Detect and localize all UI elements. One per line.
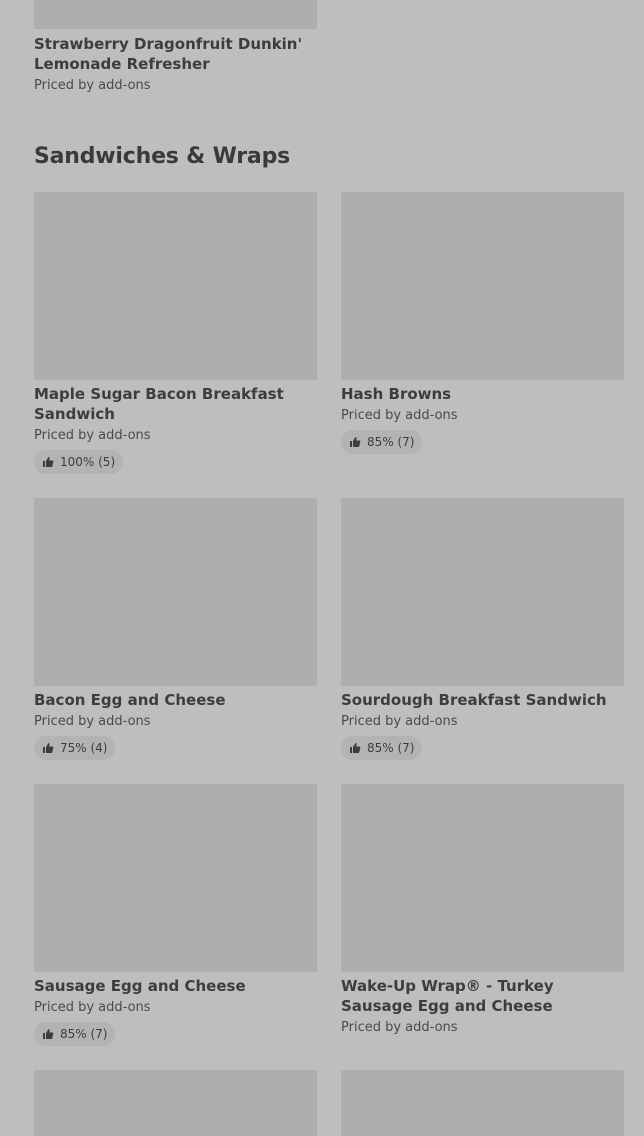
rating-text: 85% (7) [60, 1027, 108, 1041]
item-price: Priced by add-ons [341, 408, 458, 423]
item-name: Sourdough Breakfast Sandwich [341, 691, 607, 709]
item-image[interactable] [34, 498, 317, 686]
item-name: Maple Sugar Bacon Breakfast Sandwich [34, 385, 284, 423]
thumbs-up-icon [43, 1029, 54, 1039]
item-name: Strawberry Dragonfruit Dunkin' Lemonade … [34, 35, 303, 73]
item-image[interactable] [341, 1070, 624, 1136]
menu-page: Strawberry Dragonfruit Dunkin' Lemonade … [0, 0, 644, 1136]
thumbs-up-icon [43, 457, 54, 467]
thumbs-up-icon [350, 437, 361, 447]
rating-text: 85% (7) [367, 741, 415, 755]
item-name: Sausage Egg and Cheese [34, 977, 246, 995]
rating-badge: 85% (7) [341, 736, 423, 760]
item-name: Bacon Egg and Cheese [34, 691, 226, 709]
thumbs-up-icon [350, 743, 361, 753]
item-image[interactable] [341, 192, 624, 380]
thumbs-up-icon [43, 743, 54, 753]
rating-text: 100% (5) [60, 455, 116, 469]
item-price: Priced by add-ons [34, 78, 151, 93]
item-price: Priced by add-ons [34, 428, 151, 443]
section-title: Sandwiches & Wraps [34, 144, 291, 169]
item-name: Wake-Up Wrap® - Turkey Sausage Egg and C… [341, 977, 554, 1015]
item-image[interactable] [34, 784, 317, 972]
rating-badge: 100% (5) [34, 450, 124, 474]
rating-text: 75% (4) [60, 741, 108, 755]
item-image[interactable] [34, 0, 317, 29]
item-image[interactable] [341, 498, 624, 686]
item-price: Priced by add-ons [34, 1000, 151, 1015]
rating-text: 85% (7) [367, 435, 415, 449]
item-image[interactable] [341, 784, 624, 972]
item-image[interactable] [34, 1070, 317, 1136]
item-price: Priced by add-ons [34, 714, 151, 729]
item-image[interactable] [34, 192, 317, 380]
rating-badge: 85% (7) [34, 1022, 116, 1046]
rating-badge: 85% (7) [341, 430, 423, 454]
item-name: Hash Browns [341, 385, 452, 403]
rating-badge: 75% (4) [34, 736, 116, 760]
item-price: Priced by add-ons [341, 1020, 458, 1035]
item-price: Priced by add-ons [341, 714, 458, 729]
